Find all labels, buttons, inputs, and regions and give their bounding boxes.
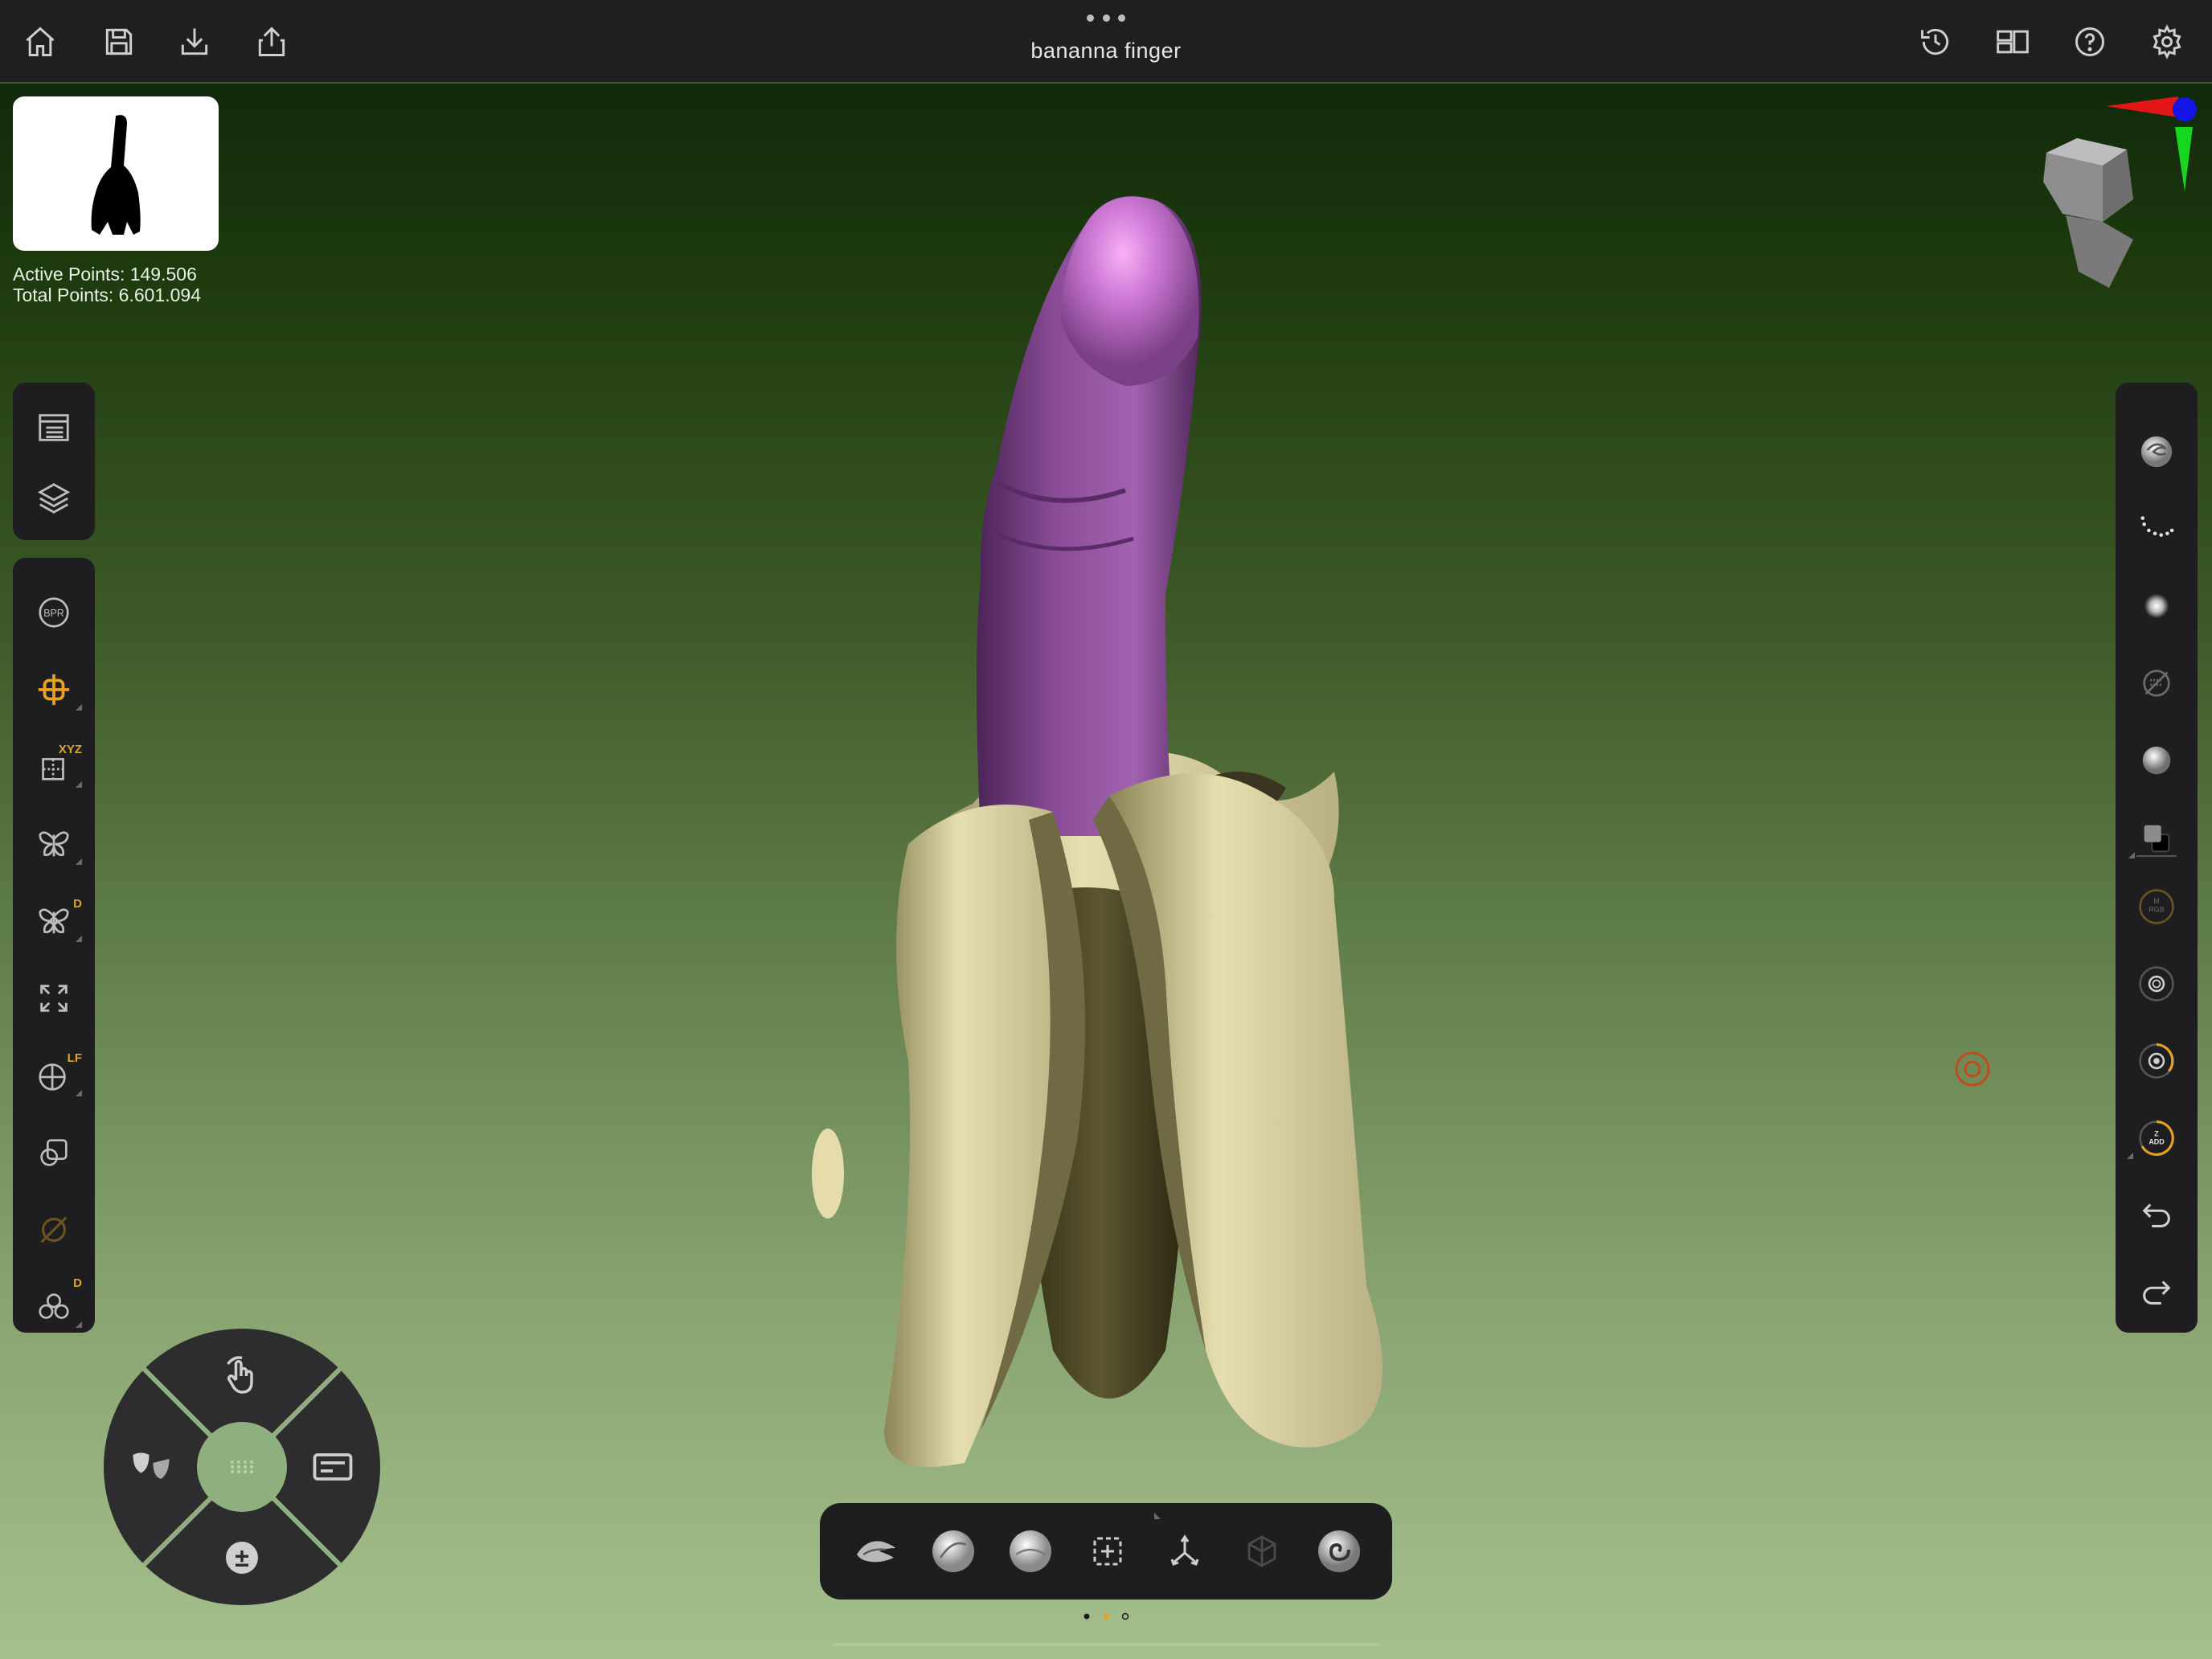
fit-view-icon[interactable]	[13, 966, 95, 1030]
points-stats: Active Points: 149.506 Total Points: 6.6…	[13, 264, 201, 305]
disabled-brush-icon	[13, 1198, 95, 1262]
dynamic-symmetry-icon[interactable]: D	[13, 889, 95, 953]
mask-icon[interactable]	[127, 1443, 175, 1491]
select-rect-icon[interactable]	[1077, 1521, 1138, 1582]
svg-text:BPR: BPR	[43, 608, 64, 619]
svg-text:M: M	[2153, 897, 2159, 905]
dynamesh-badge: D	[73, 1276, 82, 1290]
add-sub-icon[interactable]: ±	[218, 1534, 266, 1582]
x-axis-arrow	[2106, 96, 2178, 117]
subtool-list-icon[interactable]	[13, 395, 95, 460]
perspective-badge: LF	[67, 1051, 82, 1065]
left-panel-top	[13, 383, 95, 540]
svg-text:Z: Z	[2154, 1129, 2159, 1137]
symmetry-badge: XYZ	[58, 743, 82, 756]
clay-brush-icon[interactable]	[846, 1521, 907, 1582]
layout-icon[interactable]	[1992, 21, 2034, 63]
right-panel-divider	[2136, 855, 2177, 857]
svg-text:RGB: RGB	[2149, 905, 2164, 913]
redo-icon[interactable]	[2116, 1260, 2198, 1325]
z-axis-dot	[2173, 97, 2197, 121]
transpose-corner	[1154, 1513, 1161, 1519]
layers-icon[interactable]	[13, 466, 95, 530]
palette-icon[interactable]	[309, 1443, 357, 1491]
alpha-icon[interactable]	[2116, 574, 2198, 638]
add-sub-label: ±	[226, 1542, 258, 1574]
svg-text:ADD: ADD	[2149, 1138, 2165, 1146]
sphere-brush-icon[interactable]	[923, 1521, 984, 1582]
y-axis-arrow	[2175, 127, 2193, 191]
transform-gizmo-icon[interactable]	[13, 657, 95, 722]
frame-icon[interactable]	[13, 1120, 95, 1185]
dynamesh-icon[interactable]: D	[13, 1275, 95, 1339]
bpr-render-icon[interactable]: BPR	[13, 580, 95, 645]
left-panel-tools: BPR XYZ D LF D	[13, 558, 95, 1333]
gear-icon[interactable]	[2146, 21, 2188, 63]
smooth-brush-icon[interactable]	[1000, 1521, 1061, 1582]
dynamic-symmetry-badge: D	[73, 897, 82, 911]
total-points: Total Points: 6.601.094	[13, 285, 201, 305]
undo-icon[interactable]	[2116, 1183, 2198, 1247]
zadd-icon[interactable]: Z ADD	[2116, 1106, 2198, 1170]
symmetry-xyz-icon[interactable]: XYZ	[13, 735, 95, 799]
grid-icon[interactable]	[218, 1443, 266, 1491]
intensity-icon[interactable]	[2116, 1029, 2198, 1093]
shelf-page-indicator[interactable]	[1082, 1611, 1130, 1620]
stroke-icon[interactable]	[2116, 497, 2198, 561]
model-thumbnail[interactable]	[13, 96, 219, 251]
quick-menu-wheel: ±	[103, 1328, 381, 1606]
mrgb-icon[interactable]: M RGB	[2116, 875, 2198, 939]
orientation-gizmo[interactable]	[2026, 87, 2202, 304]
home-indicator	[833, 1643, 1379, 1646]
material-icon[interactable]	[2116, 728, 2198, 793]
texture-off-icon[interactable]	[2116, 651, 2198, 715]
gesture-icon[interactable]	[218, 1352, 266, 1400]
brush-shelf	[820, 1503, 1392, 1600]
more-menu-button[interactable]	[1087, 11, 1125, 24]
help-icon[interactable]	[2069, 21, 2111, 63]
spiral-brush-icon[interactable]	[1309, 1521, 1370, 1582]
color-swatch-icon[interactable]	[2116, 805, 2198, 870]
mesh-icon	[1231, 1521, 1292, 1582]
transpose-icon[interactable]	[1154, 1521, 1215, 1582]
focal-shift-icon[interactable]	[2116, 952, 2198, 1016]
brush-icon[interactable]	[2116, 420, 2198, 484]
history-icon[interactable]	[1915, 21, 1956, 63]
right-panel-tools: M RGB Z ADD	[2116, 383, 2198, 1333]
perspective-icon[interactable]: LF	[13, 1043, 95, 1108]
active-points: Active Points: 149.506	[13, 264, 197, 285]
mirror-butterfly-icon[interactable]	[13, 812, 95, 876]
top-bar: bananna finger	[0, 0, 2212, 84]
document-title: bananna finger	[1030, 39, 1182, 63]
sculpt-model-viewport[interactable]	[788, 177, 1431, 1495]
pivot-target-icon[interactable]	[1953, 1050, 1992, 1088]
